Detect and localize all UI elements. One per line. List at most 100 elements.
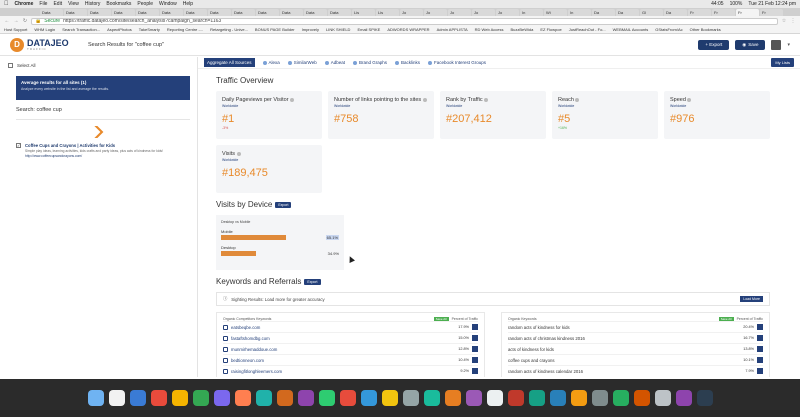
save-all-button[interactable]: Save All [433, 317, 449, 321]
table-row[interactable]: eatsbeqbe.com 17.9% [223, 321, 478, 332]
browser-tab[interactable]: In [520, 9, 543, 16]
bookmark-item[interactable]: AspectPhotos [107, 27, 132, 32]
select-all[interactable]: Select All [8, 63, 189, 68]
load-more-button[interactable]: Load More [740, 296, 763, 302]
bookmark-item[interactable]: Host Support [4, 27, 27, 32]
info-icon[interactable] [236, 151, 241, 156]
info-icon[interactable] [484, 97, 489, 102]
dock-app-icon[interactable] [696, 390, 713, 406]
browser-tab[interactable]: Lis [376, 9, 399, 16]
bookmark-item[interactable]: RD Web Access [475, 27, 504, 32]
browser-tab[interactable]: Fr [760, 9, 783, 16]
dock-app-icon[interactable] [507, 390, 524, 406]
dock-app-icon[interactable] [129, 390, 146, 406]
browser-tab[interactable]: Data [256, 9, 279, 16]
dock-app-icon[interactable] [87, 390, 104, 406]
browser-tab[interactable]: Gl [640, 9, 663, 16]
site-url-link[interactable]: http://www.coffeecupsandcrayons.com/ [25, 154, 163, 158]
menu-app-name[interactable]: Chrome [15, 1, 34, 7]
browser-tab[interactable]: Fr [736, 9, 759, 16]
dock-app-icon[interactable] [339, 390, 356, 406]
browser-tab[interactable]: Data [208, 9, 231, 16]
add-to-list-icon[interactable] [472, 346, 478, 352]
bookmark-item[interactable]: Improvely [302, 27, 319, 32]
bookmark-item[interactable]: ADWORDS WRAPPER [387, 27, 429, 32]
table-row[interactable]: random acts of christmas kindness 2016 16… [508, 332, 763, 343]
timer-status[interactable]: 44:05 [711, 1, 724, 7]
browser-tab[interactable]: Da [592, 9, 615, 16]
browser-tab[interactable]: Data [280, 9, 303, 16]
info-icon[interactable] [290, 97, 295, 102]
add-to-list-icon[interactable] [757, 357, 763, 363]
dock-app-icon[interactable] [486, 390, 503, 406]
menu-history[interactable]: History [85, 1, 101, 7]
browser-tab[interactable]: Data [328, 9, 351, 16]
tab-alexa[interactable]: Alexa [262, 60, 280, 65]
dock-app-icon[interactable] [591, 390, 608, 406]
keyword-cell[interactable]: munmirhemaddoue.com [231, 347, 449, 352]
site-title-link[interactable]: Coffee Cups and Crayons | Activities for… [25, 143, 163, 148]
device-export-button[interactable]: Export [275, 201, 292, 208]
select-all-checkbox[interactable] [8, 63, 13, 68]
bookmark-item[interactable]: LINK SHIELD [326, 27, 350, 32]
browser-tab[interactable]: Data [88, 9, 111, 16]
keyword-cell[interactable]: bedtionneon.com [231, 358, 449, 363]
browser-tab[interactable]: In [568, 9, 591, 16]
tab-facebook-groups[interactable]: Facebook Interest Groups [428, 60, 486, 65]
tab-similarweb[interactable]: SimilarWeb [287, 60, 317, 65]
table-row[interactable]: bedtionneon.com 10.4% [223, 354, 478, 365]
bookmark-item[interactable]: Retargeting - Unive... [210, 27, 248, 32]
site-checkbox[interactable]: ✓ [16, 143, 21, 148]
tab-brand-graphs[interactable]: Brand Graphs [352, 60, 387, 65]
dock-app-icon[interactable] [612, 390, 629, 406]
dock-app-icon[interactable] [150, 390, 167, 406]
menu-bookmarks[interactable]: Bookmarks [106, 1, 131, 7]
browser-tab[interactable]: Data [232, 9, 255, 16]
save-all-button[interactable]: Save All [718, 317, 734, 321]
browser-tab[interactable]: Data [64, 9, 87, 16]
dock-app-icon[interactable] [675, 390, 692, 406]
bookmark-item[interactable]: GStatsFrom/Ac [655, 27, 682, 32]
menu-file[interactable]: File [39, 1, 47, 7]
bookmark-item[interactable]: Email SPIKE [357, 27, 380, 32]
add-to-list-icon[interactable] [472, 324, 478, 330]
dock-app-icon[interactable] [276, 390, 293, 406]
bookmark-item[interactable]: Search Transaction... [62, 27, 100, 32]
dock-app-icon[interactable] [654, 390, 671, 406]
tab-adbeat[interactable]: Adbeat [324, 60, 345, 65]
info-icon[interactable] [575, 97, 580, 102]
add-to-list-icon[interactable] [757, 346, 763, 352]
browser-tab[interactable]: Data [304, 9, 327, 16]
info-icon[interactable] [422, 97, 427, 102]
table-row[interactable]: raisingfitlonghleemers.com 9.2% [223, 365, 478, 376]
site-result-item[interactable]: ✓ Coffee Cups and Crayons | Activities f… [16, 143, 189, 158]
reload-icon[interactable]: ↻ [22, 18, 28, 24]
dock-app-icon[interactable] [633, 390, 650, 406]
dock-app-icon[interactable] [381, 390, 398, 406]
browser-tab[interactable]: Jo [448, 9, 471, 16]
dock-app-icon[interactable] [423, 390, 440, 406]
bookmark-item[interactable]: EZ Flowpoe [540, 27, 561, 32]
dock-app-icon[interactable] [570, 390, 587, 406]
datajeo-logo[interactable]: D DATAJEO TRAFFIC [10, 37, 80, 52]
add-to-list-icon[interactable] [757, 335, 763, 341]
dock-app-icon[interactable] [255, 390, 272, 406]
bookmark-item[interactable]: WEBMAIL Accounts [613, 27, 649, 32]
browser-tab[interactable]: Data [136, 9, 159, 16]
dock-app-icon[interactable] [108, 390, 125, 406]
menu-help[interactable]: Help [183, 1, 193, 7]
dock-app-icon[interactable] [360, 390, 377, 406]
browser-tab[interactable]: Data [184, 9, 207, 16]
save-button[interactable]: ◉ Save [735, 39, 766, 50]
keyword-cell[interactable]: raisingfitlonghleemers.com [231, 369, 449, 374]
table-row[interactable]: acts of kindness for kids 13.8% [508, 343, 763, 354]
add-to-list-icon[interactable] [472, 357, 478, 363]
tab-aggregate[interactable]: Aggregate All Sources [204, 58, 255, 67]
battery-status[interactable]: 100% [730, 1, 743, 7]
browser-tab[interactable]: Da [664, 9, 687, 16]
dock-app-icon[interactable] [192, 390, 209, 406]
browser-tab[interactable]: Da [616, 9, 639, 16]
add-to-list-icon[interactable] [757, 324, 763, 330]
bookmark-item[interactable]: Admin APPLISTA [437, 27, 468, 32]
tab-backlinks[interactable]: Backlinks [395, 60, 420, 65]
